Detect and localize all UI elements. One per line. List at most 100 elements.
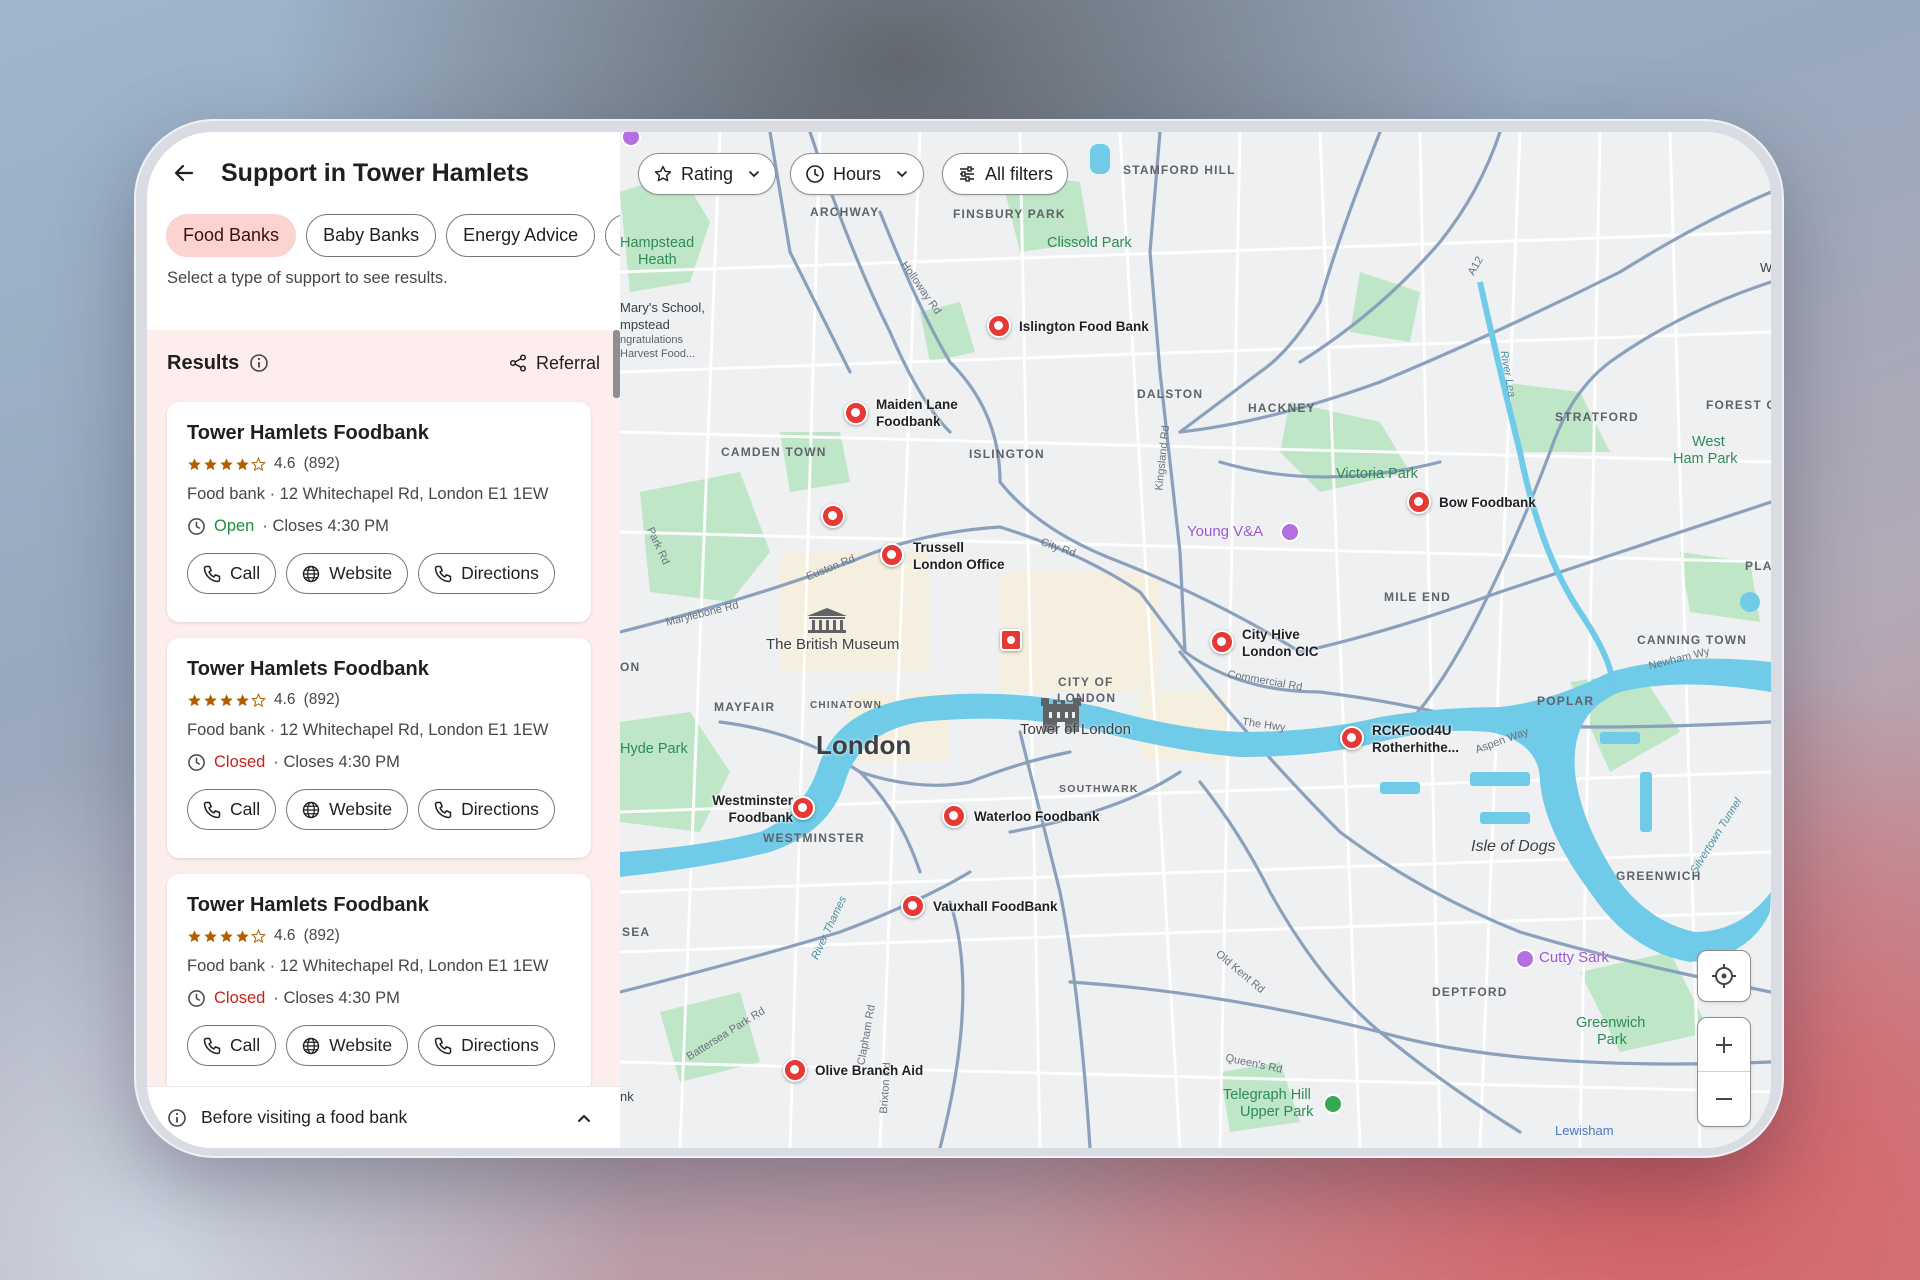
website-button[interactable]: Website bbox=[286, 1025, 409, 1066]
star-filled-icon bbox=[236, 693, 249, 706]
info-icon[interactable] bbox=[249, 353, 269, 373]
chip-more[interactable]: Me bbox=[605, 214, 620, 257]
area-label: DALSTON bbox=[1137, 387, 1204, 401]
area-label: ON bbox=[620, 660, 641, 674]
park-label: Greenwich bbox=[1576, 1015, 1646, 1031]
area-label: POPLAR bbox=[1537, 694, 1595, 708]
place-label: Lewisham bbox=[1555, 1123, 1614, 1138]
result-card[interactable]: Tower Hamlets Foodbank 4.6 (892) Food ba… bbox=[167, 874, 591, 1086]
map-view[interactable]: Rating Hours All filters STAMFORD HILL A… bbox=[620, 132, 1771, 1148]
place-label: mpstead bbox=[620, 317, 670, 332]
rating-value: 4.6 bbox=[274, 455, 296, 472]
result-category: Food bank bbox=[187, 721, 265, 739]
clock-icon bbox=[187, 517, 206, 536]
park-label: Upper Park bbox=[1240, 1104, 1314, 1120]
map-pin[interactable] bbox=[1407, 490, 1431, 514]
area-label: CHINATOWN bbox=[810, 700, 883, 711]
referral-button[interactable]: Referral bbox=[508, 353, 600, 374]
chevron-down-icon bbox=[895, 167, 909, 181]
place-label: Tower of London bbox=[1020, 721, 1131, 738]
my-location-button[interactable] bbox=[1697, 950, 1751, 1002]
directions-button[interactable]: Directions bbox=[418, 1025, 555, 1066]
star-filled-icon bbox=[204, 929, 217, 942]
landmark-poi-icon[interactable] bbox=[1515, 949, 1535, 969]
result-card[interactable]: Tower Hamlets Foodbank 4.6 (892) Food ba… bbox=[167, 638, 591, 858]
rating-value: 4.6 bbox=[274, 927, 296, 944]
map-pin[interactable] bbox=[821, 504, 845, 528]
closed-status: Closed bbox=[214, 753, 266, 771]
map-pin[interactable] bbox=[987, 314, 1011, 338]
star-empty-icon bbox=[251, 456, 266, 471]
chip-baby-banks[interactable]: Baby Banks bbox=[306, 214, 437, 257]
back-arrow-icon[interactable] bbox=[169, 158, 199, 188]
star-filled-icon bbox=[188, 693, 201, 706]
minus-icon bbox=[1713, 1088, 1735, 1110]
website-button[interactable]: Website bbox=[286, 789, 409, 830]
website-button[interactable]: Website bbox=[286, 553, 409, 594]
star-filled-icon bbox=[204, 457, 217, 470]
zoom-in-button[interactable] bbox=[1698, 1018, 1750, 1072]
map-pin[interactable] bbox=[942, 804, 966, 828]
star-empty-icon bbox=[251, 692, 266, 707]
pin-label: Vauxhall FoodBank bbox=[933, 899, 1058, 914]
clock-icon bbox=[187, 989, 206, 1008]
map-pin[interactable] bbox=[880, 543, 904, 567]
star-filled-icon bbox=[236, 929, 249, 942]
results-list[interactable]: Results Referral Tower Hamlets Foodbank … bbox=[147, 330, 620, 1086]
map-pin[interactable] bbox=[1340, 726, 1364, 750]
directions-button[interactable]: Directions bbox=[418, 553, 555, 594]
pin-label: Maiden Lane Foodbank bbox=[876, 397, 958, 429]
area-label: MAYFAIR bbox=[714, 700, 776, 714]
star-filled-icon bbox=[188, 929, 201, 942]
map-pin[interactable] bbox=[791, 796, 815, 820]
call-button[interactable]: Call bbox=[187, 553, 277, 594]
referral-label: Referral bbox=[535, 352, 600, 373]
star-filled-icon bbox=[220, 929, 233, 942]
place-label: ngratulations bbox=[620, 334, 683, 346]
map-pin[interactable] bbox=[901, 894, 925, 918]
chip-energy-advice[interactable]: Energy Advice bbox=[446, 214, 596, 257]
chevron-up-icon[interactable] bbox=[574, 1108, 594, 1128]
area-label: STRATFORD bbox=[1555, 410, 1639, 424]
museum-poi-icon[interactable] bbox=[1280, 522, 1300, 542]
food-bank-info-bar[interactable]: Before visiting a food bank bbox=[147, 1086, 620, 1148]
area-label: FINSBURY PARK bbox=[953, 207, 1066, 221]
phone-icon bbox=[433, 800, 453, 820]
chip-food-banks[interactable]: Food Banks bbox=[166, 214, 297, 257]
globe-icon bbox=[301, 800, 321, 820]
result-category: Food bank bbox=[187, 485, 265, 503]
review-count: (892) bbox=[303, 455, 340, 472]
phone-icon bbox=[202, 1036, 222, 1056]
map-pin[interactable] bbox=[1210, 630, 1234, 654]
area-label: SEA bbox=[622, 925, 651, 939]
phone-icon bbox=[202, 564, 222, 584]
result-card[interactable]: Tower Hamlets Foodbank 4.6 (892) Food ba… bbox=[167, 402, 591, 622]
call-button[interactable]: Call bbox=[187, 1025, 277, 1066]
zoom-out-button[interactable] bbox=[1698, 1072, 1750, 1126]
map-pin[interactable] bbox=[783, 1058, 807, 1082]
directions-button[interactable]: Directions bbox=[418, 789, 555, 830]
park-label: Hampstead bbox=[620, 235, 695, 251]
pin-label: Westminster Foodbank bbox=[712, 793, 793, 825]
area-label: ARCHWAY bbox=[810, 205, 880, 219]
star-empty-icon bbox=[251, 928, 266, 943]
park-label: Telegraph Hill bbox=[1223, 1087, 1311, 1103]
area-label: CITY OF bbox=[1058, 675, 1114, 689]
hours-filter-chip[interactable]: Hours bbox=[790, 153, 925, 195]
star-rating bbox=[187, 692, 266, 708]
map-pin[interactable] bbox=[844, 401, 868, 425]
footer-label: Before visiting a food bank bbox=[201, 1107, 408, 1127]
all-filters-chip[interactable]: All filters bbox=[942, 153, 1069, 195]
park-label: Heath bbox=[638, 252, 677, 268]
crosshair-icon bbox=[1711, 963, 1737, 989]
globe-icon bbox=[301, 564, 321, 584]
rating-filter-chip[interactable]: Rating bbox=[638, 153, 777, 195]
star-filled-icon bbox=[220, 457, 233, 470]
selected-map-pin[interactable] bbox=[1000, 629, 1022, 651]
area-label: CAMDEN TOWN bbox=[721, 445, 827, 459]
info-icon bbox=[167, 1108, 187, 1128]
park-poi-icon[interactable] bbox=[1323, 1094, 1343, 1114]
call-button[interactable]: Call bbox=[187, 789, 277, 830]
area-label: ISLINGTON bbox=[969, 447, 1045, 461]
results-scrollbar[interactable] bbox=[613, 330, 620, 398]
